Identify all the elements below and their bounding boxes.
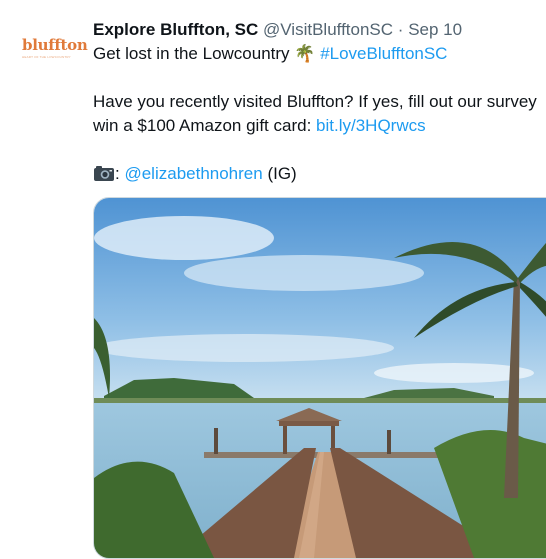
palm-tree-icon: 🌴 [294, 44, 316, 63]
survey-link[interactable]: bit.ly/3HQrwcs [316, 116, 426, 135]
credit-suffix: (IG) [267, 164, 297, 183]
hashtag-link[interactable]: #LoveBlufftonSC [320, 44, 447, 63]
credit-prefix: : [115, 164, 120, 183]
author-name[interactable]: Explore Bluffton, SC [93, 20, 258, 39]
credit-handle-link[interactable]: @elizabethnohren [124, 164, 262, 183]
brand-tagline: HEART OF THE LOWCOUNTRY [22, 55, 71, 59]
tweet-header: Explore Bluffton, SC @VisitBlufftonSC · … [93, 18, 546, 42]
tweet-photo[interactable] [93, 197, 546, 559]
tweet-body-text: win a $100 Amazon gift card: [93, 116, 312, 135]
author-handle[interactable]: @VisitBlufftonSC [263, 20, 393, 39]
tweet-text: Get lost in the Lowcountry [93, 44, 290, 63]
tweet-body-line-2: win a $100 Amazon gift card: bit.ly/3HQr… [93, 114, 546, 138]
camera-icon [93, 164, 115, 189]
brand-logo: bluffton [22, 36, 88, 54]
tweet-text-line-1: Get lost in the Lowcountry 🌴 #LoveBlufft… [93, 42, 546, 66]
tweet-content: Explore Bluffton, SC @VisitBlufftonSC · … [93, 18, 546, 189]
tweet-body-line-1: Have you recently visited Bluffton? If y… [93, 92, 537, 111]
tweet-date[interactable]: Sep 10 [408, 20, 462, 39]
separator-dot: · [397, 20, 404, 39]
avatar[interactable]: bluffton HEART OF THE LOWCOUNTRY [22, 36, 88, 62]
photo-credit: : @elizabethnohren (IG) [93, 162, 546, 189]
